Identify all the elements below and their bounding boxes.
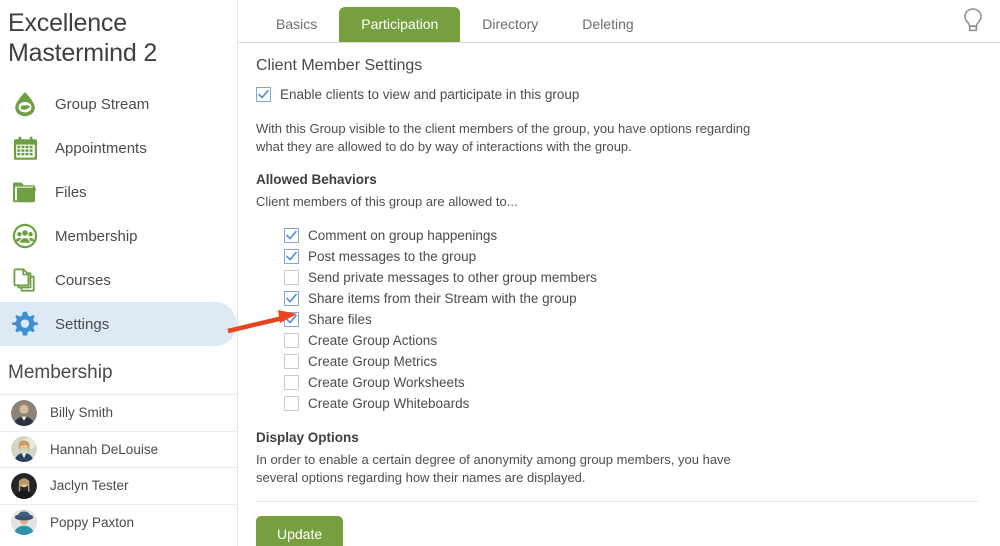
checkbox-unchecked-icon[interactable] — [284, 396, 299, 411]
app-root: Excellence Mastermind 2 Group Stream App… — [0, 0, 1000, 546]
list-item[interactable]: Poppy Paxton — [0, 503, 237, 541]
checkbox-unchecked-icon[interactable] — [284, 375, 299, 390]
checkbox-checked-icon[interactable] — [284, 291, 299, 306]
checkbox-checked-icon[interactable] — [284, 249, 299, 264]
member-name: Poppy Paxton — [50, 514, 135, 530]
settings-content: Client Member Settings Enable clients to… — [238, 43, 1000, 546]
checkbox-label: Enable clients to view and participate i… — [280, 87, 580, 102]
behavior-send-private-messages[interactable]: Send private messages to other group mem… — [284, 267, 978, 288]
sidebar-item-settings[interactable]: Settings — [0, 302, 237, 346]
folder-icon — [8, 175, 42, 209]
checkbox-checked-icon[interactable] — [256, 87, 271, 102]
display-options-paragraph: In order to enable a certain degree of a… — [256, 452, 731, 485]
client-member-settings-heading: Client Member Settings — [256, 57, 423, 74]
behavior-share-items-from-stream[interactable]: Share items from their Stream with the g… — [284, 288, 978, 309]
tab-deleting[interactable]: Deleting — [560, 7, 655, 42]
checkbox-unchecked-icon[interactable] — [284, 333, 299, 348]
page-title: Excellence Mastermind 2 — [8, 9, 158, 67]
sidebar-item-label: Courses — [55, 271, 111, 289]
checkbox-label: Create Group Actions — [308, 333, 438, 348]
sidebar-nav: Group Stream Appointments Files Membersh… — [0, 82, 237, 346]
allowed-behaviors-heading: Allowed Behaviors — [256, 172, 377, 187]
checkbox-label: Create Group Whiteboards — [308, 396, 470, 411]
behavior-share-files[interactable]: Share files — [284, 309, 978, 330]
stream-drop-icon — [8, 87, 42, 121]
checkbox-label: Share items from their Stream with the g… — [308, 291, 577, 306]
sidebar-item-label: Settings — [55, 315, 110, 333]
list-item[interactable]: Billy Smith — [0, 394, 237, 431]
intro-paragraph: With this Group visible to the client me… — [256, 121, 751, 154]
checkbox-unchecked-icon[interactable] — [284, 270, 299, 285]
member-name: Billy Smith — [50, 405, 114, 421]
sidebar-item-group-stream[interactable]: Group Stream — [0, 82, 237, 126]
sidebar-item-label: Appointments — [55, 139, 147, 157]
sidebar-item-label: Membership — [55, 227, 138, 245]
update-button[interactable]: Update — [256, 516, 344, 546]
avatar — [11, 436, 37, 463]
checkbox-label: Post messages to the group — [308, 249, 477, 264]
people-group-icon — [8, 219, 42, 253]
tab-participation[interactable]: Participation — [339, 7, 461, 42]
membership-heading: Membership — [8, 362, 113, 383]
checkbox-label: Send private messages to other group mem… — [308, 270, 597, 285]
sidebar-item-label: Group Stream — [55, 95, 150, 113]
lightbulb-icon[interactable] — [958, 4, 988, 38]
sidebar-item-files[interactable]: Files — [0, 170, 237, 214]
display-options-heading: Display Options — [256, 430, 359, 445]
checkbox-label: Comment on group happenings — [308, 228, 498, 243]
tab-directory[interactable]: Directory — [460, 7, 560, 42]
pages-stack-icon — [8, 263, 42, 297]
behavior-create-group-worksheets[interactable]: Create Group Worksheets — [284, 372, 978, 393]
sidebar: Excellence Mastermind 2 Group Stream App… — [0, 0, 238, 546]
gear-icon — [8, 307, 42, 341]
main-panel: Basics Participation Directory Deleting … — [238, 0, 1000, 546]
list-item[interactable]: Jaclyn Tester — [0, 467, 237, 504]
tab-basics[interactable]: Basics — [254, 7, 339, 42]
checkbox-checked-icon[interactable] — [284, 228, 299, 243]
checkbox-label: Share files — [308, 312, 372, 327]
allowed-behaviors-subtitle: Client members of this group are allowed… — [256, 194, 518, 209]
membership-list: Billy Smith Hannah DeLouise Jaclyn Teste… — [0, 394, 237, 540]
member-name: Jaclyn Tester — [50, 478, 129, 494]
list-item[interactable]: Hannah DeLouise — [0, 430, 237, 468]
avatar — [11, 472, 37, 499]
sidebar-item-appointments[interactable]: Appointments — [0, 126, 237, 170]
checkbox-label: Create Group Worksheets — [308, 375, 465, 390]
behavior-post-messages-to-the-group[interactable]: Post messages to the group — [284, 246, 978, 267]
behavior-comment-on-group-happenings[interactable]: Comment on group happenings — [284, 225, 978, 246]
divider — [256, 501, 978, 502]
tab-bar: Basics Participation Directory Deleting — [238, 0, 1000, 43]
allowed-behaviors-list: Comment on group happenings Post message… — [284, 225, 978, 414]
sidebar-item-membership[interactable]: Membership — [0, 214, 237, 258]
behavior-create-group-whiteboards[interactable]: Create Group Whiteboards — [284, 393, 978, 414]
enable-clients-checkbox-row[interactable]: Enable clients to view and participate i… — [256, 87, 978, 102]
behavior-create-group-metrics[interactable]: Create Group Metrics — [284, 351, 978, 372]
checkbox-unchecked-icon[interactable] — [284, 354, 299, 369]
checkbox-label: Create Group Metrics — [308, 354, 438, 369]
avatar — [11, 399, 37, 426]
avatar — [11, 509, 37, 536]
calendar-icon — [8, 131, 42, 165]
behavior-create-group-actions[interactable]: Create Group Actions — [284, 330, 978, 351]
checkbox-checked-icon[interactable] — [284, 312, 299, 327]
sidebar-item-courses[interactable]: Courses — [0, 258, 237, 302]
sidebar-item-label: Files — [55, 183, 87, 201]
member-name: Hannah DeLouise — [50, 441, 159, 457]
